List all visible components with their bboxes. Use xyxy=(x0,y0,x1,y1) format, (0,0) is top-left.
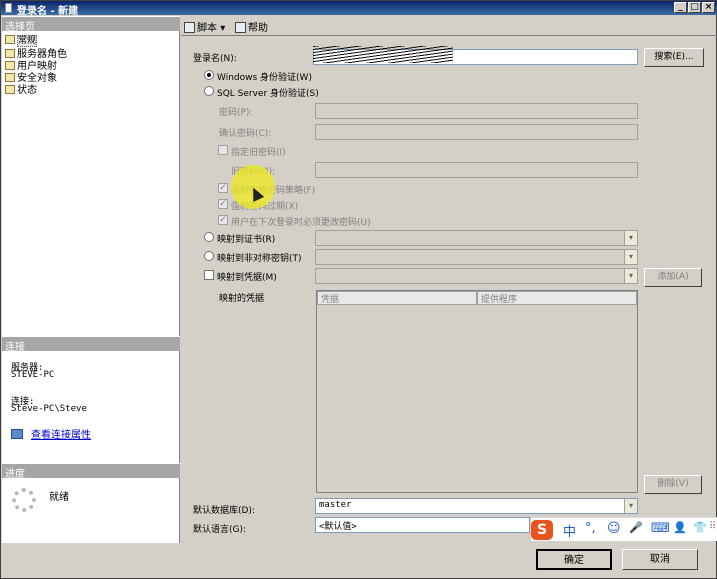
map-credential-checkbox[interactable] xyxy=(204,270,214,280)
redaction-scribble xyxy=(313,46,453,63)
skin-icon[interactable]: 👕 xyxy=(693,521,707,534)
login-new-dialog: 登录名 - 新建 _ □ × 选择页 常规 服务器角色 用户映射 安全对象 状态… xyxy=(0,0,717,579)
maximize-button[interactable]: □ xyxy=(688,2,701,13)
cancel-button[interactable]: 取消 xyxy=(622,549,698,570)
chevron-down-icon: ▾ xyxy=(624,231,637,245)
add-credential-button[interactable]: 添加(A) xyxy=(644,268,702,287)
enforce-policy-checkbox[interactable]: ✓ xyxy=(218,183,228,193)
page-icon xyxy=(5,35,15,44)
close-button[interactable]: × xyxy=(702,2,715,13)
microphone-icon[interactable]: 🎤 xyxy=(629,521,643,534)
map-certificate-radio[interactable] xyxy=(204,232,214,242)
select-page-header: 选择页 xyxy=(2,16,180,33)
page-item-server-roles[interactable]: 服务器角色 xyxy=(5,45,67,60)
sql-auth-label: SQL Server 身份验证(S) xyxy=(217,89,319,99)
progress-spinner-icon xyxy=(12,488,36,512)
default-db-label: 默认数据库(D): xyxy=(193,506,255,516)
chevron-down-icon: ▾ xyxy=(624,269,637,283)
confirm-password-label: 确认密码(C): xyxy=(219,129,272,139)
page-item-securables[interactable]: 安全对象 xyxy=(5,69,57,84)
specify-old-password-checkbox[interactable] xyxy=(218,145,228,155)
document-icon xyxy=(5,3,12,13)
user-icon[interactable]: 👤 xyxy=(673,521,687,534)
mapped-credentials-grid[interactable]: 凭据 提供程序 xyxy=(316,290,638,493)
certificate-combo[interactable]: ▾ xyxy=(315,230,638,246)
view-connection-properties-link[interactable]: 查看连接属性 xyxy=(11,426,91,441)
grid-col-provider[interactable]: 提供程序 xyxy=(477,291,637,305)
page-item-user-mapping[interactable]: 用户映射 xyxy=(5,57,57,72)
help-icon xyxy=(235,22,246,33)
chevron-down-icon: ▾ xyxy=(220,23,226,34)
properties-icon xyxy=(11,429,23,439)
ime-toolbar: S 中 °, ☺ 🎤 ⌨ 👤 👕 ⠿ xyxy=(531,517,717,541)
punctuation-icon[interactable]: °, xyxy=(585,521,596,536)
page-item-general[interactable]: 常规 xyxy=(5,33,38,47)
default-lang-combo[interactable]: <默认值> xyxy=(315,517,530,533)
default-db-combo[interactable]: master ▾ xyxy=(315,498,638,514)
must-change-checkbox[interactable]: ✓ xyxy=(218,215,228,225)
login-name-label: 登录名(N): xyxy=(193,54,237,64)
specify-old-password-label: 指定旧密码(I) xyxy=(231,148,286,158)
password-input[interactable] xyxy=(315,103,638,119)
ok-button[interactable]: 确定 xyxy=(536,549,612,570)
title-bar: 登录名 - 新建 _ □ × xyxy=(1,1,717,17)
keyboard-icon[interactable]: ⌨ xyxy=(651,521,670,536)
left-pane: 选择页 常规 服务器角色 用户映射 安全对象 状态 连接 服务器: STEVE-… xyxy=(2,16,180,543)
connection-value: Steve-PC\Steve xyxy=(11,404,87,414)
chevron-down-icon: ▾ xyxy=(624,250,637,264)
toolbar: 脚本 ▾ 帮助 xyxy=(181,16,717,36)
enforce-expiration-checkbox[interactable]: ✓ xyxy=(218,199,228,209)
emoji-icon[interactable]: ☺ xyxy=(607,521,621,536)
page-icon xyxy=(5,85,15,94)
server-value: STEVE-PC xyxy=(11,370,55,380)
minimize-button[interactable]: _ xyxy=(674,2,687,13)
confirm-password-input[interactable] xyxy=(315,124,638,140)
search-button[interactable]: 搜索(E)... xyxy=(644,48,704,67)
map-asym-key-label: 映射到非对称密钥(T) xyxy=(217,254,302,264)
sogou-logo-icon[interactable]: S xyxy=(531,520,553,540)
connection-header: 连接 xyxy=(2,336,180,353)
progress-status: 就绪 xyxy=(49,492,69,503)
default-lang-label: 默认语言(G): xyxy=(193,525,247,535)
page-item-status[interactable]: 状态 xyxy=(5,81,37,96)
script-button[interactable]: 脚本 ▾ xyxy=(184,19,225,34)
map-asym-key-radio[interactable] xyxy=(204,251,214,261)
help-button[interactable]: 帮助 xyxy=(235,19,268,34)
window-title: 登录名 - 新建 xyxy=(17,6,79,17)
mapped-credentials-label: 映射的凭据 xyxy=(219,294,265,304)
sql-auth-radio[interactable] xyxy=(204,86,214,96)
asym-key-combo[interactable]: ▾ xyxy=(315,249,638,265)
progress-header: 进度 xyxy=(2,463,180,480)
script-icon xyxy=(184,22,195,33)
map-credential-label: 映射到凭据(M) xyxy=(217,273,277,283)
windows-auth-radio[interactable] xyxy=(204,70,214,80)
map-certificate-label: 映射到证书(R) xyxy=(217,235,276,245)
windows-auth-label: Windows 身份验证(W) xyxy=(217,73,312,83)
old-password-input[interactable] xyxy=(315,162,638,178)
grid-menu-icon[interactable]: ⠿ xyxy=(709,521,716,532)
password-label: 密码(P): xyxy=(219,108,253,118)
credential-combo[interactable]: ▾ xyxy=(315,268,638,284)
chinese-mode-icon[interactable]: 中 xyxy=(563,521,576,540)
grid-col-credential[interactable]: 凭据 xyxy=(317,291,477,305)
chevron-down-icon: ▾ xyxy=(624,499,637,513)
remove-credential-button[interactable]: 删除(V) xyxy=(644,475,702,494)
must-change-label: 用户在下次登录时必须更改密码(U) xyxy=(231,218,371,228)
